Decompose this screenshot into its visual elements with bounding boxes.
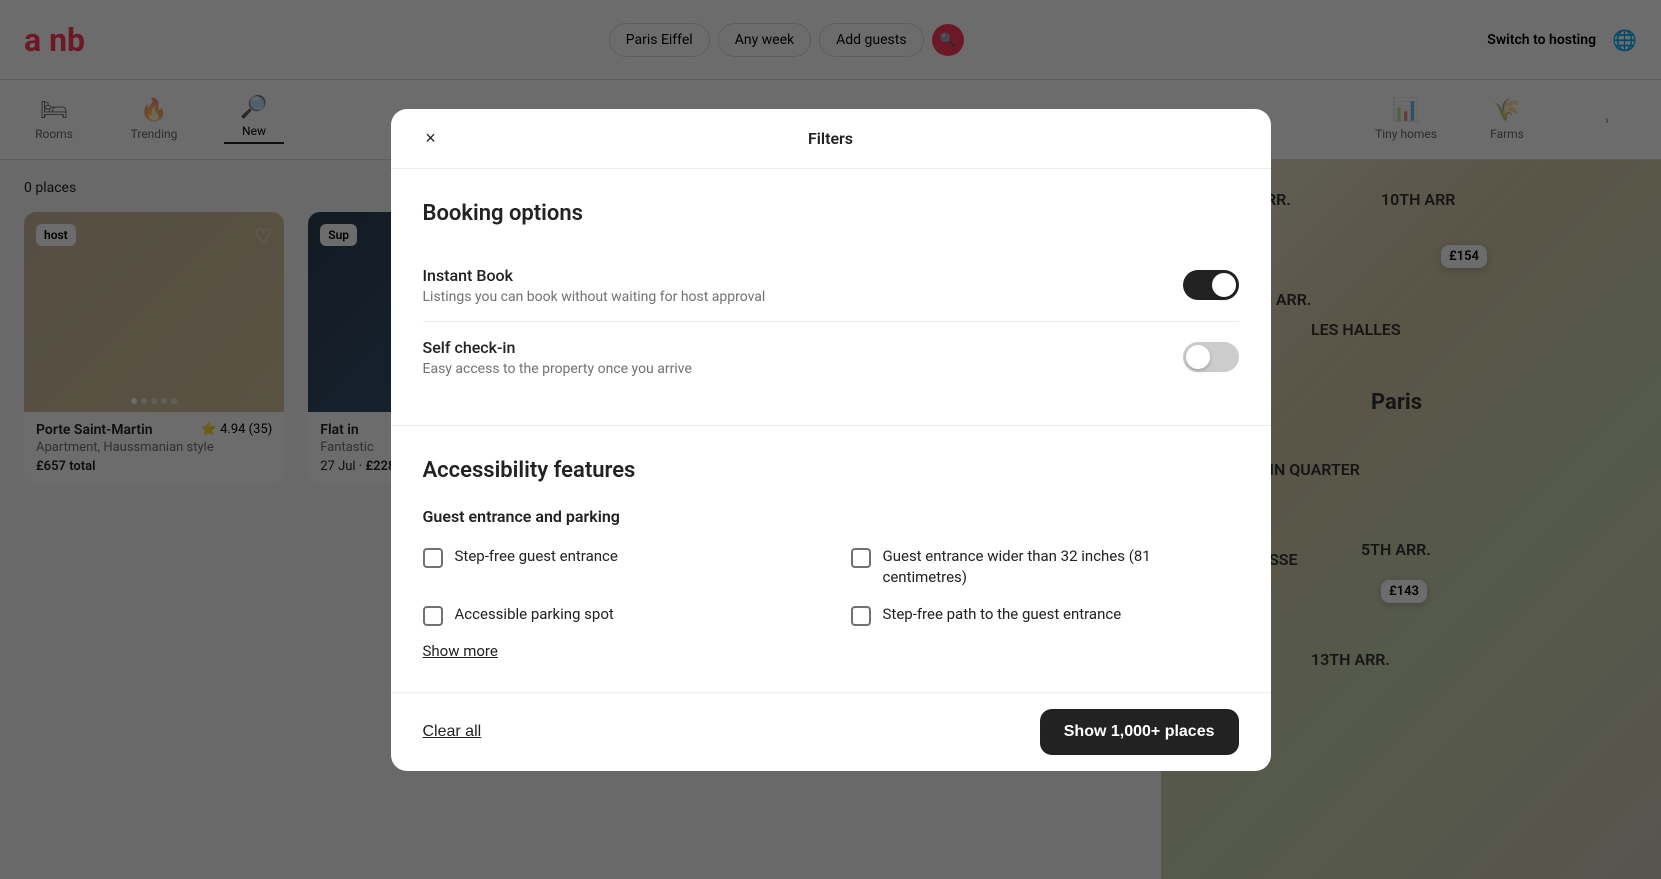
- accessible-parking-checkbox[interactable]: [423, 606, 443, 626]
- instant-book-toggle[interactable]: ✓: [1183, 270, 1239, 300]
- filters-modal: × Filters Booking options Instant Book L…: [391, 109, 1271, 771]
- step-free-path-item[interactable]: Step-free path to the guest entrance: [851, 604, 1239, 626]
- clear-all-button[interactable]: Clear all: [423, 723, 482, 741]
- accessibility-section: Accessibility features Guest entrance an…: [391, 426, 1271, 692]
- close-button[interactable]: ×: [415, 122, 447, 154]
- modal-title: Filters: [808, 129, 853, 148]
- entrance-wider-checkbox[interactable]: [851, 548, 871, 568]
- self-checkin-toggle[interactable]: [1183, 342, 1239, 372]
- instant-book-name: Instant Book: [423, 266, 766, 285]
- entrance-wider-label: Guest entrance wider than 32 inches (81 …: [883, 546, 1239, 588]
- step-free-path-checkbox[interactable]: [851, 606, 871, 626]
- toggle-slider-off: [1183, 342, 1239, 372]
- show-more-button[interactable]: Show more: [423, 642, 498, 660]
- self-checkin-name: Self check-in: [423, 338, 692, 357]
- instant-book-text: Instant Book Listings you can book witho…: [423, 266, 766, 305]
- accessible-parking-item[interactable]: Accessible parking spot: [423, 604, 811, 626]
- self-checkin-row: Self check-in Easy access to the propert…: [423, 322, 1239, 393]
- accessible-parking-label: Accessible parking spot: [455, 604, 614, 625]
- accessibility-title: Accessibility features: [423, 458, 1239, 483]
- self-checkin-desc: Easy access to the property once you arr…: [423, 361, 692, 377]
- booking-options-title: Booking options: [423, 201, 1239, 226]
- entrance-wider-item[interactable]: Guest entrance wider than 32 inches (81 …: [851, 546, 1239, 588]
- modal-footer: Clear all Show 1,000+ places: [391, 692, 1271, 771]
- step-free-entrance-label: Step-free guest entrance: [455, 546, 618, 567]
- show-places-button[interactable]: Show 1,000+ places: [1040, 709, 1239, 755]
- guest-entrance-subsection: Guest entrance and parking: [423, 507, 1239, 526]
- booking-options-section: Booking options Instant Book Listings yo…: [391, 169, 1271, 426]
- modal-body[interactable]: Booking options Instant Book Listings yo…: [391, 169, 1271, 692]
- step-free-entrance-item[interactable]: Step-free guest entrance: [423, 546, 811, 588]
- instant-book-desc: Listings you can book without waiting fo…: [423, 289, 766, 305]
- accessibility-checkboxes: Step-free guest entrance Guest entrance …: [423, 546, 1239, 626]
- instant-book-row: Instant Book Listings you can book witho…: [423, 250, 1239, 322]
- self-checkin-text: Self check-in Easy access to the propert…: [423, 338, 692, 377]
- step-free-path-label: Step-free path to the guest entrance: [883, 604, 1122, 625]
- step-free-entrance-checkbox[interactable]: [423, 548, 443, 568]
- toggle-check-icon: ✓: [1221, 278, 1231, 292]
- modal-header: × Filters: [391, 109, 1271, 169]
